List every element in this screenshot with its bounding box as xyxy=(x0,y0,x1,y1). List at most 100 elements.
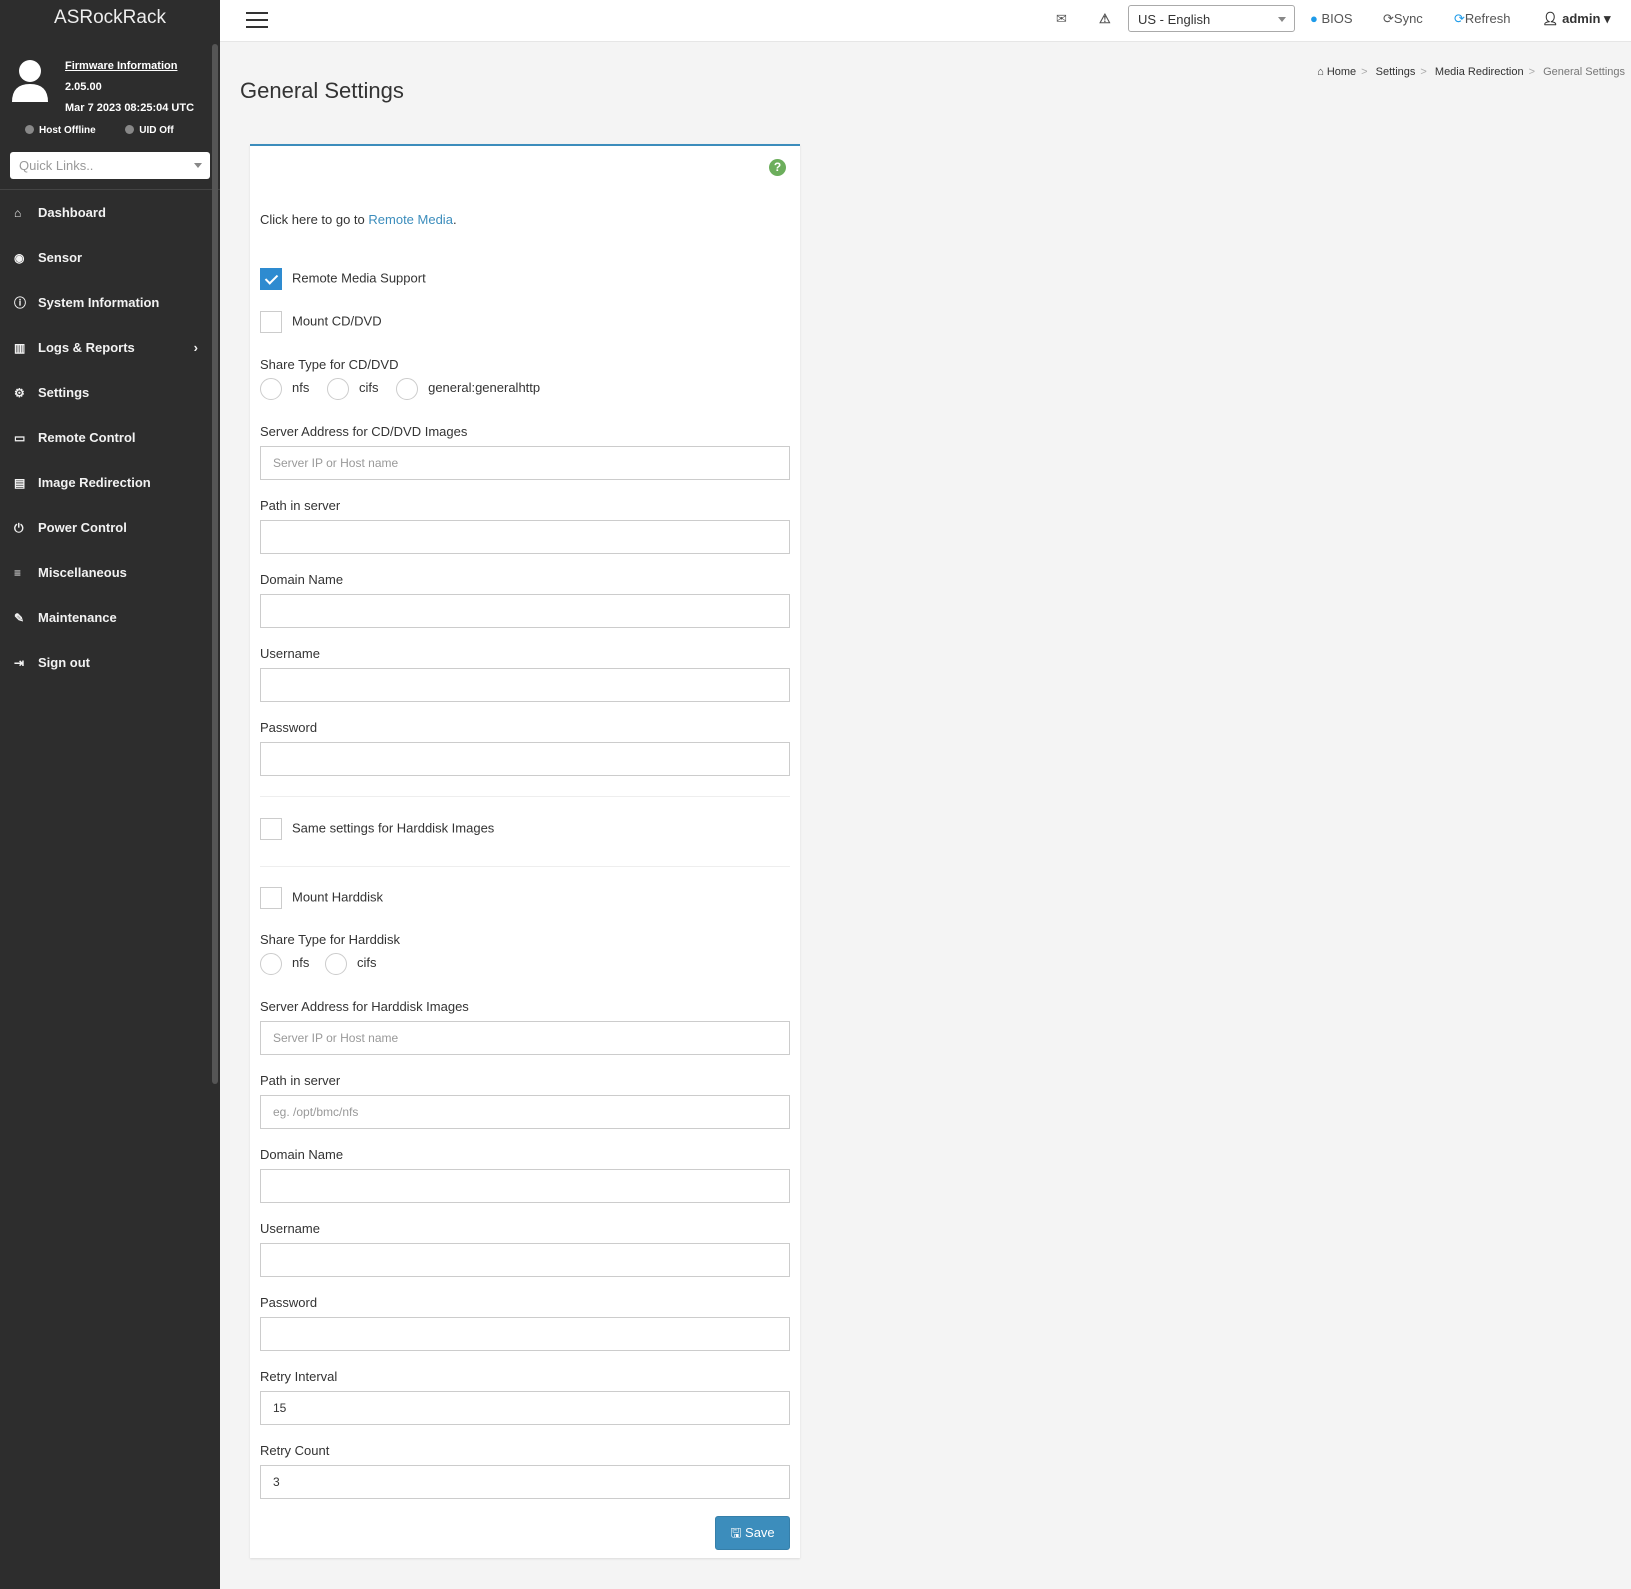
cd-path-input[interactable] xyxy=(260,520,790,554)
divider xyxy=(260,796,790,797)
sidebar-item-dashboard[interactable]: ⌂ Dashboard xyxy=(0,190,220,235)
radio-nfs[interactable]: nfs xyxy=(260,953,309,975)
chevron-right-icon: › xyxy=(193,340,198,355)
home-icon: ⌂ xyxy=(14,206,22,220)
sync-button[interactable]: ⟳Sync xyxy=(1383,0,1423,38)
sidebar-item-logs-reports[interactable]: ▥ Logs & Reports › xyxy=(0,325,220,370)
refresh-icon: ⟳ xyxy=(1454,11,1465,26)
sidebar-item-remote-control[interactable]: ▭ Remote Control xyxy=(0,415,220,460)
cd-server-label: Server Address for CD/DVD Images xyxy=(260,424,468,439)
cd-domain-input[interactable] xyxy=(260,594,790,628)
radio-general-http[interactable]: general:generalhttp xyxy=(396,378,540,400)
mount-harddisk-checkbox[interactable]: Mount Harddisk xyxy=(260,887,383,909)
bios-button[interactable]: ● BIOS xyxy=(1310,0,1353,38)
menu-toggle-icon[interactable] xyxy=(246,12,268,33)
info-icon: ● xyxy=(1310,11,1318,26)
sidebar-item-label: Sign out xyxy=(38,655,90,670)
retry-count-input[interactable]: 3 xyxy=(260,1465,790,1499)
mail-icon[interactable]: ✉ xyxy=(1056,0,1067,38)
hd-path-label: Path in server xyxy=(260,1073,341,1088)
help-icon[interactable]: ? xyxy=(769,159,786,176)
radio-nfs[interactable]: nfs xyxy=(260,378,309,400)
monitor-icon: ▭ xyxy=(14,431,26,445)
checkbox-checked-icon xyxy=(260,268,282,290)
hd-share-type-radios: nfs cifs xyxy=(260,953,376,975)
sidebar-item-miscellaneous[interactable]: ≡ Miscellaneous xyxy=(0,550,220,595)
same-settings-checkbox[interactable]: Same settings for Harddisk Images xyxy=(260,818,494,840)
sync-icon: ⟳ xyxy=(1383,11,1394,26)
language-select[interactable]: US - English xyxy=(1128,5,1295,32)
cd-share-type-radios: nfs cifs general:generalhttp xyxy=(260,378,540,400)
retry-interval-input[interactable]: 15 xyxy=(260,1391,790,1425)
refresh-label: Refresh xyxy=(1464,11,1511,26)
sidebar-item-label: Settings xyxy=(38,385,90,400)
host-status-icon xyxy=(25,125,34,134)
divider xyxy=(260,866,790,867)
sidebar-item-system-information[interactable]: ⓘ System Information xyxy=(0,280,220,325)
sidebar-item-label: Remote Control xyxy=(38,430,136,445)
quick-links-select[interactable]: Quick Links.. xyxy=(10,152,210,179)
wrench-icon: ✎ xyxy=(14,611,25,625)
user-avatar-icon xyxy=(12,60,48,102)
retry-count-label: Retry Count xyxy=(260,1443,330,1458)
hd-password-input[interactable] xyxy=(260,1317,790,1351)
intro-text: Click here to go to Remote Media. xyxy=(260,212,457,227)
gear-icon: ⚙ xyxy=(14,386,25,400)
uid-status-icon xyxy=(125,125,135,134)
cd-password-label: Password xyxy=(260,720,318,735)
cd-server-input[interactable]: Server IP or Host name xyxy=(260,446,790,480)
sidebar-item-label: Sensor xyxy=(38,250,83,265)
breadcrumb: ⌂ Home > Settings > Media Redirection > Gen… xyxy=(1317,66,1625,78)
mount-cd-checkbox[interactable]: Mount CD/DVD xyxy=(260,311,382,333)
save-button[interactable]: 🖫︎ Save xyxy=(715,1516,790,1550)
cd-share-type-label: Share Type for CD/DVD xyxy=(260,357,399,372)
user-menu[interactable]: 👤︎ admin ▾ xyxy=(1542,0,1611,38)
sidebar-item-label: Power Control xyxy=(38,520,127,535)
page-title: General Settings xyxy=(240,78,404,103)
status-row: Host Offline UID Off xyxy=(0,120,220,152)
brand-logo: ASRockRack xyxy=(54,7,166,28)
radio-cifs[interactable]: cifs xyxy=(326,378,378,400)
sidebar-item-label: Dashboard xyxy=(38,205,106,220)
save-icon: 🖫︎ xyxy=(730,1525,742,1540)
cd-username-input[interactable] xyxy=(260,668,790,702)
breadcrumb-media-redirection[interactable]: Media Redirection xyxy=(1435,66,1524,78)
bar-chart-icon: ▥ xyxy=(14,341,26,355)
hd-username-input[interactable] xyxy=(260,1243,790,1277)
sidebar-nav: ⌂ Dashboard ◉ Sensor ⓘ System Information ▥ Log… xyxy=(0,189,220,685)
sidebar-item-settings[interactable]: ⚙ Settings xyxy=(0,370,220,415)
gauge-icon: ◉ xyxy=(14,251,25,265)
sidebar-item-label: Image Redirection xyxy=(38,475,151,490)
cd-username-label: Username xyxy=(260,646,320,661)
hd-server-input[interactable]: Server IP or Host name xyxy=(260,1021,790,1055)
sync-label: Sync xyxy=(1393,11,1423,26)
remote-media-support-checkbox[interactable]: Remote Media Support xyxy=(260,268,426,290)
sidebar-item-sign-out[interactable]: ⇥ Sign out xyxy=(0,640,220,685)
power-icon: ⏻ xyxy=(14,521,24,535)
alert-icon[interactable]: ⚠ xyxy=(1099,0,1111,38)
hd-server-label: Server Address for Harddisk Images xyxy=(260,999,469,1014)
remote-media-link[interactable]: Remote Media xyxy=(368,212,453,227)
firmware-information-link[interactable]: Firmware Information xyxy=(65,60,177,72)
user-panel: Firmware Information 2.05.00 Mar 7 2023 … xyxy=(0,38,220,120)
sidebar-item-power-control[interactable]: ⏻ Power Control xyxy=(0,505,220,550)
info-icon: ⓘ xyxy=(14,296,27,310)
sidebar-item-maintenance[interactable]: ✎ Maintenance xyxy=(0,595,220,640)
breadcrumb-home[interactable]: Home xyxy=(1327,66,1356,78)
cd-password-input[interactable] xyxy=(260,742,790,776)
list-icon: ≡ xyxy=(14,566,22,580)
save-label: Save xyxy=(745,1525,775,1540)
breadcrumb-settings[interactable]: Settings xyxy=(1376,66,1416,78)
firmware-date: Mar 7 2023 08:25:04 UTC xyxy=(65,102,195,114)
sidebar-item-label: Maintenance xyxy=(38,610,117,625)
hd-path-input[interactable]: eg. /opt/bmc/nfs xyxy=(260,1095,790,1129)
hd-share-type-label: Share Type for Harddisk xyxy=(260,932,400,947)
sidebar-item-image-redirection[interactable]: ▤ Image Redirection xyxy=(0,460,220,505)
user-label: admin xyxy=(1562,11,1601,26)
uid-status: UID Off xyxy=(139,125,174,136)
radio-cifs[interactable]: cifs xyxy=(324,953,376,975)
hd-domain-input[interactable] xyxy=(260,1169,790,1203)
sidebar-item-sensor[interactable]: ◉ Sensor xyxy=(0,235,220,280)
refresh-button[interactable]: ⟳Refresh xyxy=(1454,0,1510,38)
cd-path-label: Path in server xyxy=(260,498,341,513)
